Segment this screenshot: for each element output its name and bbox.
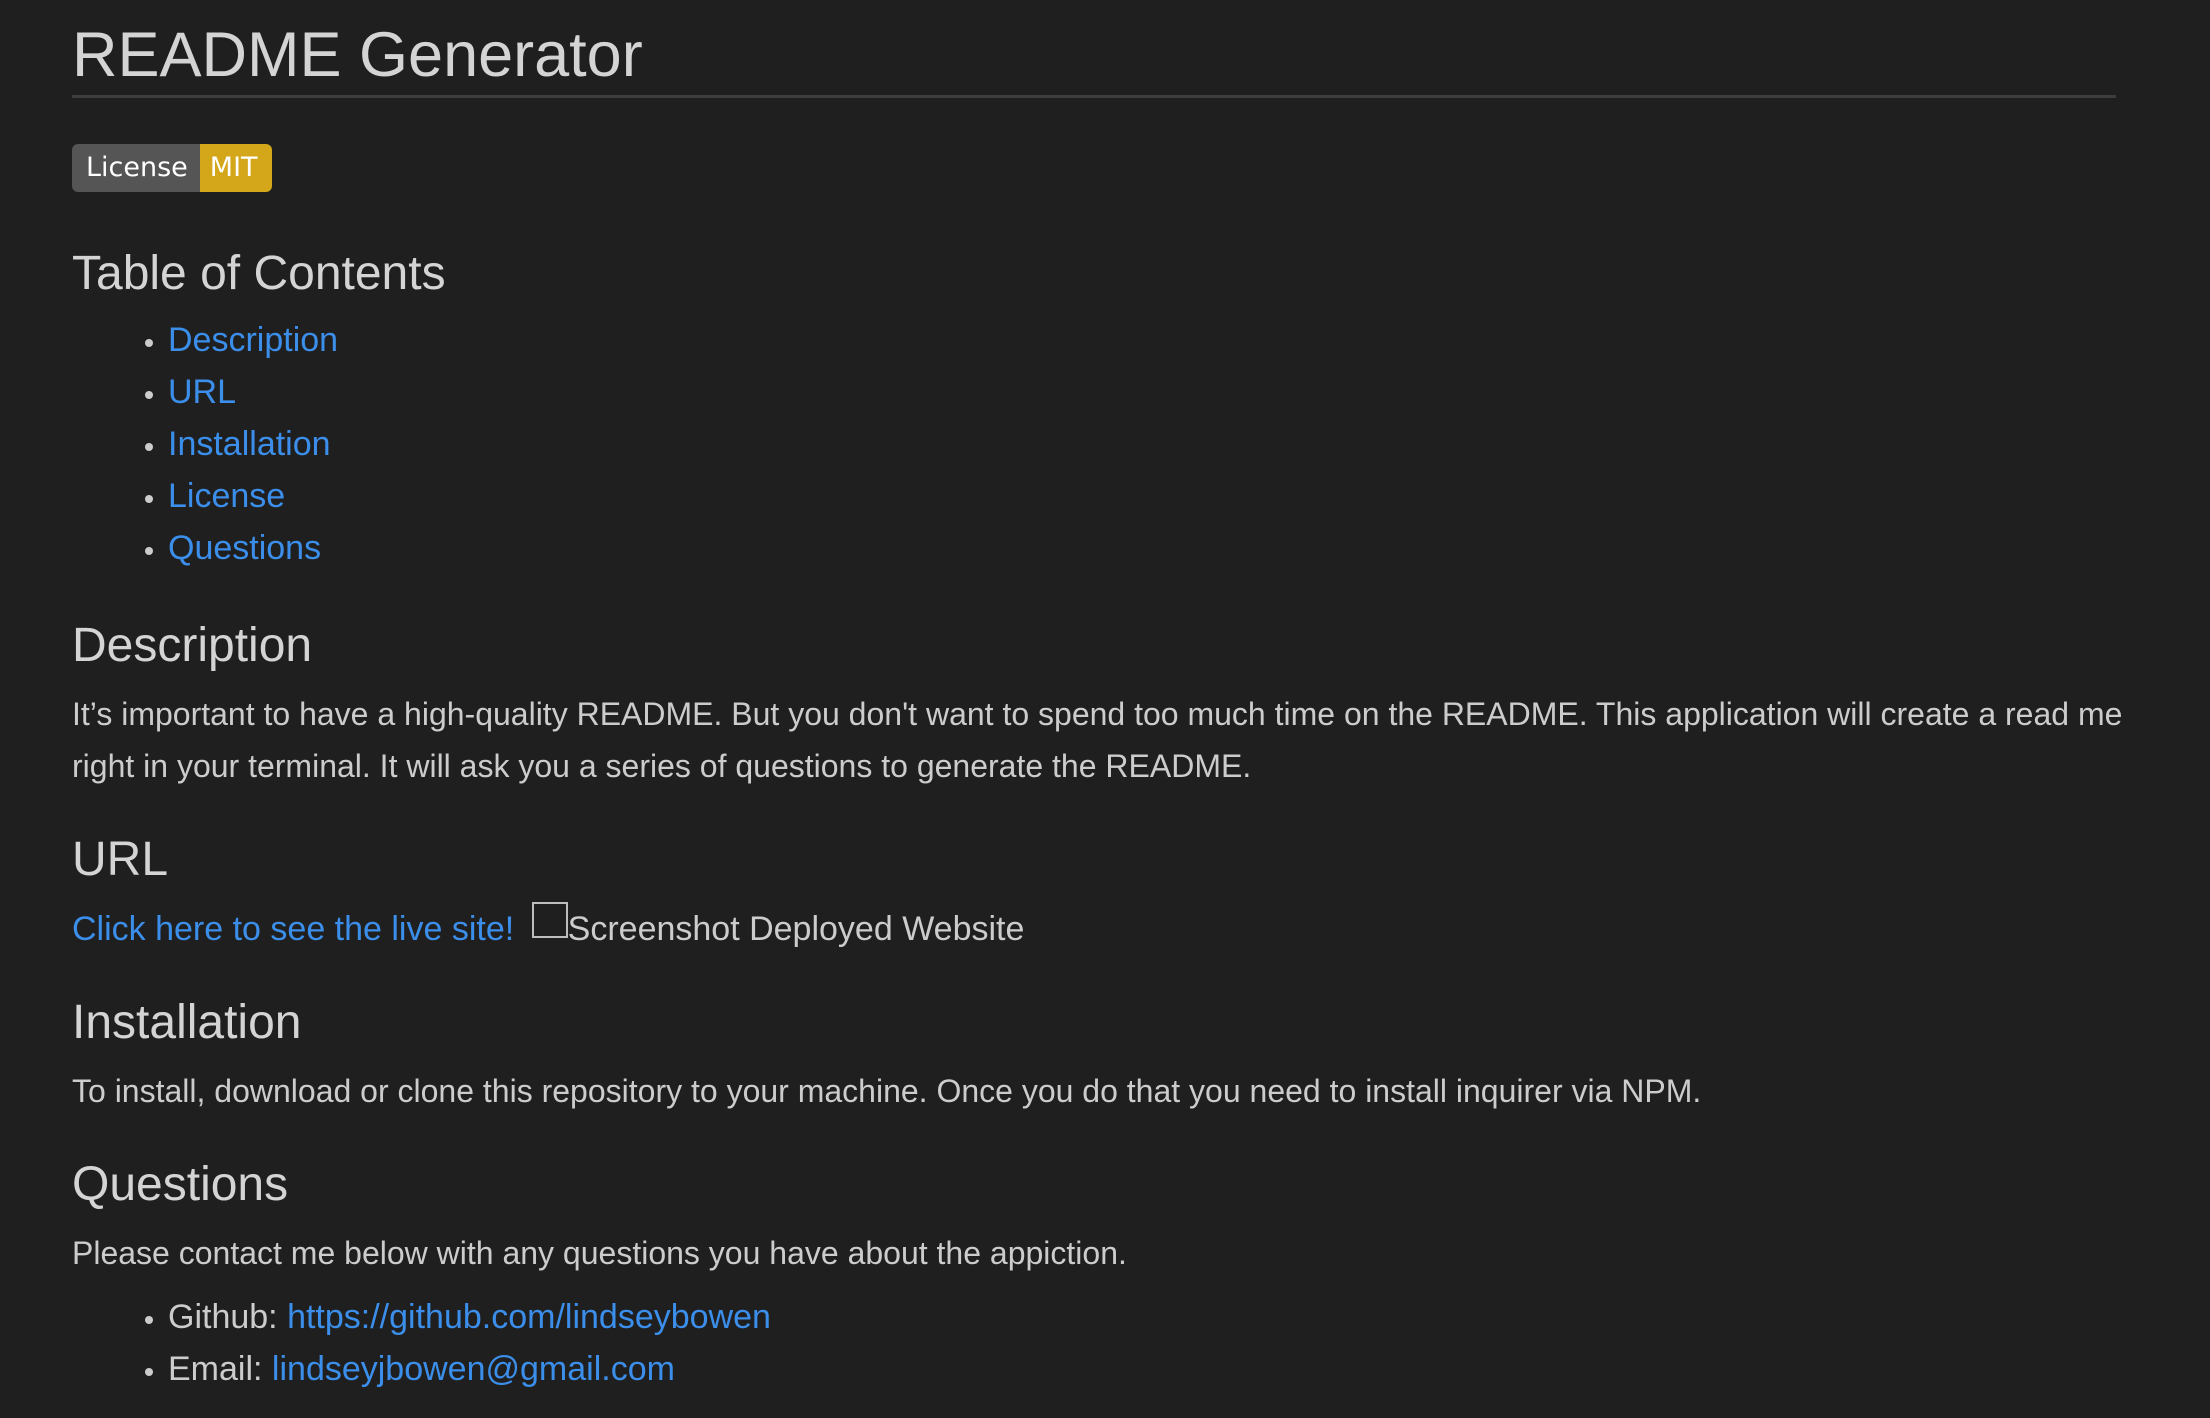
contact-list: Github: https://github.com/lindseybowen … [72, 1291, 2138, 1395]
contact-label-email: Email: [168, 1350, 272, 1388]
toc-item-questions: Questions [168, 522, 2138, 574]
installation-heading: Installation [72, 996, 302, 1049]
broken-image-icon [531, 902, 568, 938]
license-badge-value: MIT [199, 144, 272, 192]
screenshot-image-alt: Screenshot Deployed Website [567, 910, 1025, 948]
toc-item-installation: Installation [168, 418, 2138, 470]
page-title: README Generator [72, 0, 2116, 98]
live-site-link[interactable]: Click here to see the live site! [72, 910, 514, 948]
questions-heading: Questions [72, 1158, 289, 1211]
toc-link-description[interactable]: Description [168, 321, 338, 359]
markdown-preview: README Generator License MIT Table of Co… [0, 0, 2210, 1418]
description-heading: Description [72, 619, 313, 672]
toc-item-license: License [168, 470, 2138, 522]
contact-item-github: Github: https://github.com/lindseybowen [168, 1291, 2138, 1343]
license-badge-label: License [72, 144, 200, 192]
installation-text: To install, download or clone this repos… [72, 1073, 1702, 1109]
license-badge: License MIT [72, 144, 272, 192]
github-link[interactable]: https://github.com/lindseybowen [287, 1298, 771, 1336]
toc-item-description: Description [168, 314, 2138, 366]
toc-link-questions[interactable]: Questions [168, 529, 321, 567]
url-line: Click here to see the live site! Screens… [72, 902, 2138, 955]
contact-item-email: Email: lindseyjbowen@gmail.com [168, 1343, 2138, 1395]
toc-link-url[interactable]: URL [168, 373, 236, 411]
toc-list: Description URL Installation License Que… [72, 314, 2138, 574]
toc-link-installation[interactable]: Installation [168, 425, 331, 463]
questions-text: Please contact me below with any questio… [72, 1235, 1127, 1271]
url-heading: URL [72, 833, 169, 886]
toc-item-url: URL [168, 366, 2138, 418]
contact-label-github: Github: [168, 1298, 288, 1336]
toc-heading: Table of Contents [72, 247, 446, 300]
email-link[interactable]: lindseyjbowen@gmail.com [272, 1350, 675, 1388]
toc-link-license[interactable]: License [168, 477, 285, 515]
description-text: It’s important to have a high-quality RE… [72, 696, 2123, 784]
